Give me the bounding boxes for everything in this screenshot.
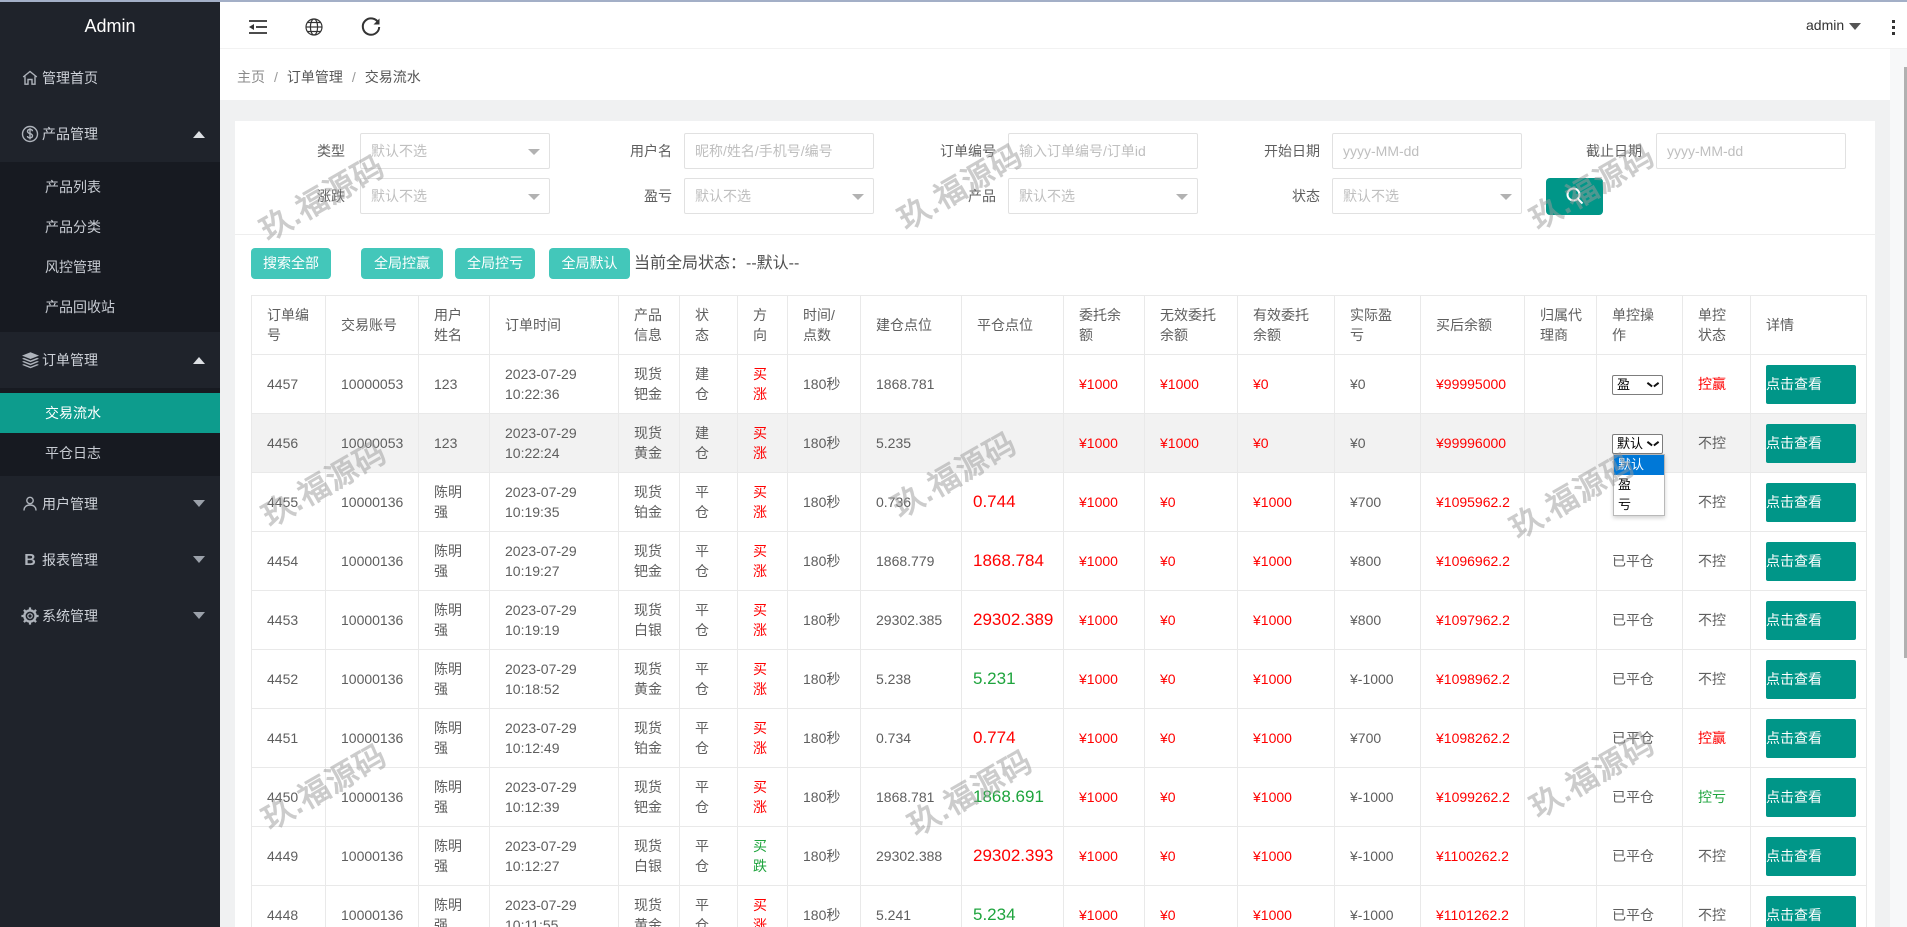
svg-text:B: B xyxy=(24,552,36,569)
